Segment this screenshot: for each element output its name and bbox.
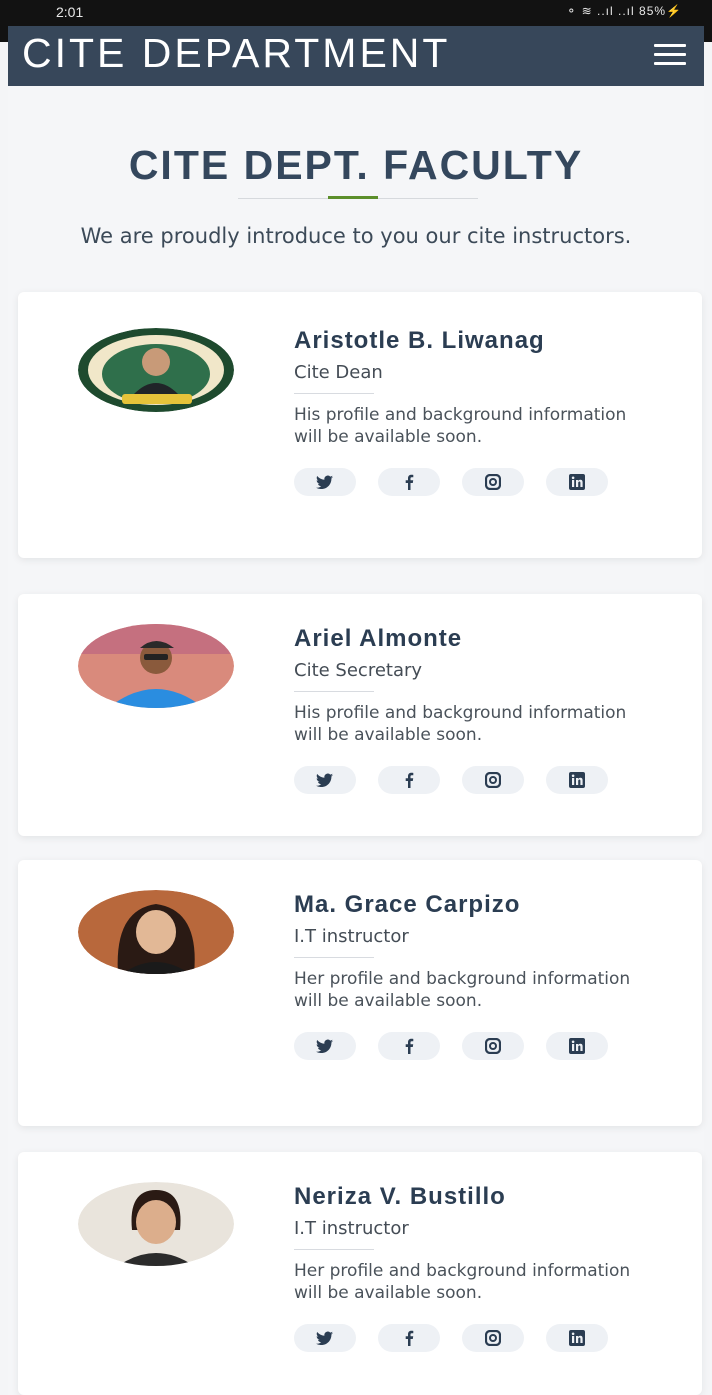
page-subtitle: We are proudly introduce to you our cite… <box>80 224 632 248</box>
twitter-icon <box>316 1039 333 1053</box>
faculty-description: Her profile and background information w… <box>294 969 631 1011</box>
twitter-icon <box>316 1331 333 1345</box>
linkedin-icon <box>569 474 585 490</box>
instagram-link[interactable] <box>462 468 524 496</box>
linkedin-icon <box>569 772 585 788</box>
faculty-name: Aristotle B. Liwanag <box>294 327 545 354</box>
faculty-role: I.T instructor <box>294 1218 409 1239</box>
hamburger-icon[interactable] <box>654 44 686 68</box>
instagram-link[interactable] <box>462 1324 524 1352</box>
info-divider <box>294 1249 374 1250</box>
facebook-icon <box>405 1330 414 1346</box>
twitter-link[interactable] <box>294 766 356 794</box>
faculty-role: Cite Dean <box>294 362 383 383</box>
faculty-photo <box>78 328 234 412</box>
faculty-name: Neriza V. Bustillo <box>294 1183 506 1210</box>
linkedin-link[interactable] <box>546 1324 608 1352</box>
faculty-info: Neriza V. Bustillo I.T instructor Her pr… <box>294 1182 634 1352</box>
facebook-link[interactable] <box>378 1324 440 1352</box>
facebook-link[interactable] <box>378 1032 440 1060</box>
faculty-role: Cite Secretary <box>294 660 423 681</box>
page-title: CITE DEPT. FACULTY <box>128 142 584 188</box>
faculty-role: I.T instructor <box>294 926 409 947</box>
instagram-icon <box>485 1038 501 1054</box>
twitter-icon <box>316 773 333 787</box>
linkedin-icon <box>569 1330 585 1346</box>
faculty-card: Aristotle B. Liwanag Cite Dean His profi… <box>18 292 702 558</box>
faculty-description: His profile and background information w… <box>294 703 627 745</box>
linkedin-icon <box>569 1038 585 1054</box>
instagram-icon <box>485 1330 501 1346</box>
instagram-link[interactable] <box>462 766 524 794</box>
facebook-link[interactable] <box>378 468 440 496</box>
info-divider <box>294 393 374 394</box>
main-content: CITE DEPT. FACULTY We are proudly introd… <box>8 86 704 1395</box>
faculty-description: Her profile and background information w… <box>294 1261 631 1303</box>
status-time: 2:01 <box>56 4 84 20</box>
social-links <box>294 1324 634 1352</box>
instagram-icon <box>485 772 501 788</box>
instagram-icon <box>485 474 501 490</box>
faculty-photo <box>78 890 234 974</box>
faculty-card: Neriza V. Bustillo I.T instructor Her pr… <box>18 1152 702 1395</box>
faculty-description: His profile and background information w… <box>294 405 627 447</box>
twitter-link[interactable] <box>294 468 356 496</box>
twitter-icon <box>316 475 333 489</box>
facebook-icon <box>405 474 414 490</box>
linkedin-link[interactable] <box>546 468 608 496</box>
status-icons: ⚬ ≋ ..ıl ..ıl 85%⚡ <box>566 4 682 18</box>
battery-level: 85% <box>639 4 667 18</box>
brand-title[interactable]: CITE DEPARTMENT <box>22 30 450 77</box>
linkedin-link[interactable] <box>546 1032 608 1060</box>
facebook-link[interactable] <box>378 766 440 794</box>
twitter-link[interactable] <box>294 1032 356 1060</box>
social-links <box>294 766 634 794</box>
navbar: CITE DEPARTMENT <box>8 26 704 86</box>
twitter-link[interactable] <box>294 1324 356 1352</box>
faculty-card: Ariel Almonte Cite Secretary His profile… <box>18 594 702 836</box>
instagram-link[interactable] <box>462 1032 524 1060</box>
linkedin-link[interactable] <box>546 766 608 794</box>
social-links <box>294 468 634 496</box>
info-divider <box>294 957 374 958</box>
faculty-name: Ma. Grace Carpizo <box>294 891 521 918</box>
faculty-info: Aristotle B. Liwanag Cite Dean His profi… <box>294 326 634 496</box>
facebook-icon <box>405 772 414 788</box>
faculty-photo <box>78 1182 234 1266</box>
faculty-name: Ariel Almonte <box>294 625 463 652</box>
info-divider <box>294 691 374 692</box>
facebook-icon <box>405 1038 414 1054</box>
faculty-photo <box>78 624 234 708</box>
faculty-info: Ma. Grace Carpizo I.T instructor Her pro… <box>294 890 634 1060</box>
faculty-card: Ma. Grace Carpizo I.T instructor Her pro… <box>18 860 702 1126</box>
title-divider-accent <box>328 196 378 199</box>
faculty-info: Ariel Almonte Cite Secretary His profile… <box>294 624 634 794</box>
social-links <box>294 1032 634 1060</box>
